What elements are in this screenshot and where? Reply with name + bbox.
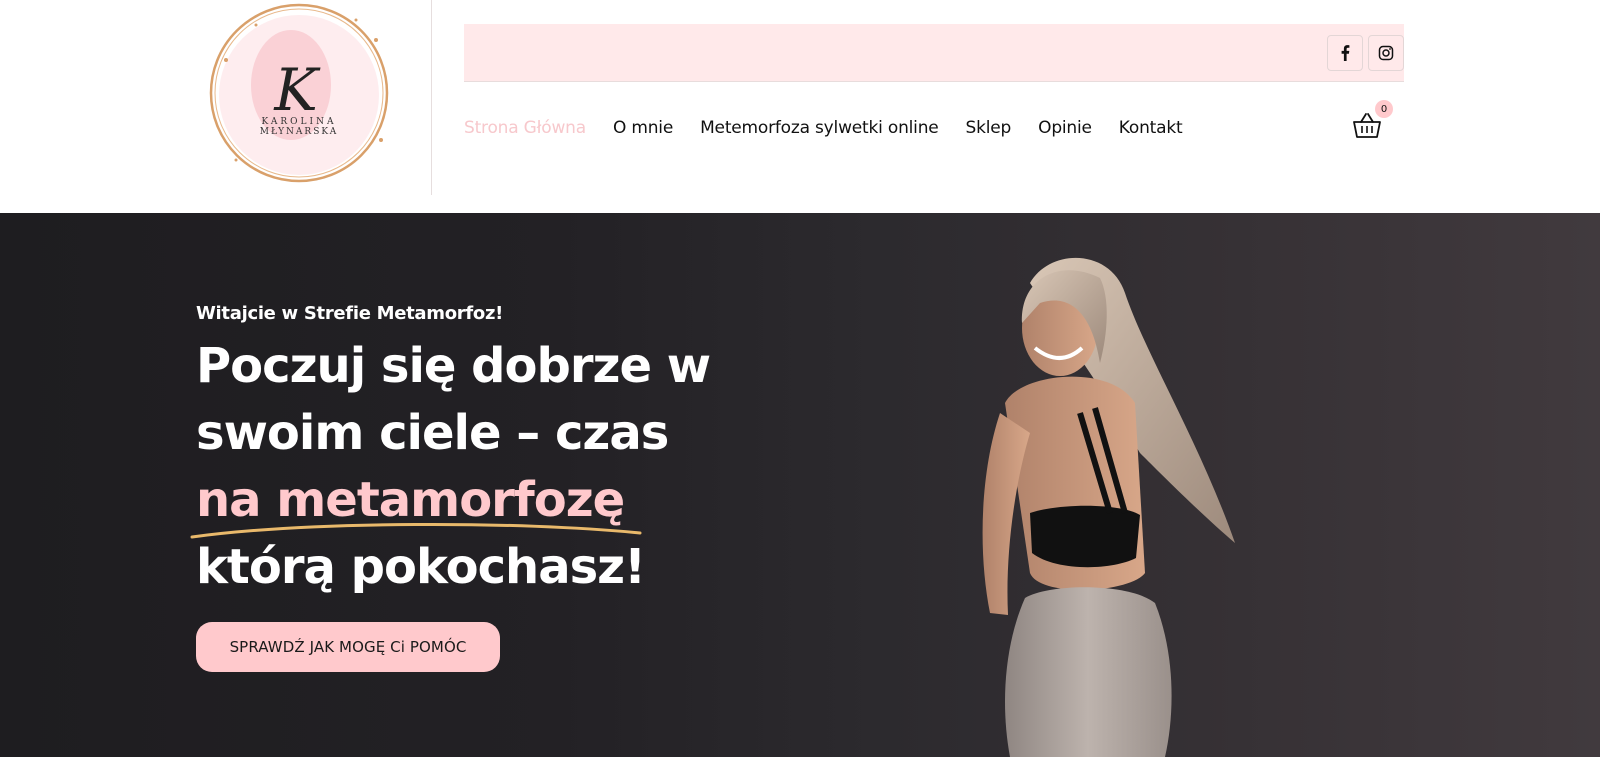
hero-title-line1: Poczuj się dobrze w [196, 338, 711, 394]
site-logo[interactable]: K KAROLINA MŁYNARSKA [196, 0, 406, 195]
nav-item-kontakt[interactable]: Kontakt [1119, 118, 1183, 138]
logo-name-line1: KAROLINA [262, 117, 337, 127]
nav-item-strona-glowna[interactable]: Strona Główna [464, 118, 586, 138]
instagram-button[interactable] [1368, 35, 1404, 71]
instagram-icon [1378, 45, 1394, 61]
top-bar [464, 24, 1404, 82]
site-header: K KAROLINA MŁYNARSKA Strona Główna O mni… [0, 0, 1600, 213]
logo-divider [431, 0, 432, 195]
hero-title: Poczuj się dobrze w swoim ciele – czas n… [190, 333, 756, 601]
hero-section: Witajcie w Strefie Metamorfoz! Poczuj si… [0, 213, 1600, 757]
underline-swash-icon [190, 522, 642, 539]
cart-count-badge: 0 [1375, 100, 1393, 118]
basket-icon [1353, 113, 1381, 138]
hero-title-line3: na metamorfozę [190, 467, 756, 539]
nav-item-o-mnie[interactable]: O mnie [613, 118, 673, 138]
logo-emblem-icon: K KAROLINA MŁYNARSKA [209, 3, 389, 183]
hero-person-image [982, 257, 1235, 757]
facebook-icon [1341, 45, 1350, 61]
nav-item-opinie[interactable]: Opinie [1038, 118, 1092, 138]
hero-title-line4: którą pokochasz! [196, 539, 646, 595]
hero-kicker: Witajcie w Strefie Metamorfoz! [196, 303, 504, 324]
nav-item-sklep[interactable]: Sklep [966, 118, 1012, 138]
logo-name-line2: MŁYNARSKA [260, 127, 338, 137]
logo-monogram: K [273, 56, 321, 124]
cta-button[interactable]: SPRAWDŹ JAK MOGĘ Ci POMÓC [196, 622, 500, 672]
nav-item-metamorfoza[interactable]: Metemorfoza sylwetki online [700, 118, 939, 138]
facebook-button[interactable] [1327, 35, 1363, 71]
hero-title-highlight: na metamorfozę [190, 467, 642, 539]
main-nav: Strona Główna O mnie Metemorfoza sylwetk… [464, 115, 1209, 141]
hero-title-line2: swoim ciele – czas [196, 405, 669, 461]
cart-button[interactable] [1352, 112, 1382, 140]
